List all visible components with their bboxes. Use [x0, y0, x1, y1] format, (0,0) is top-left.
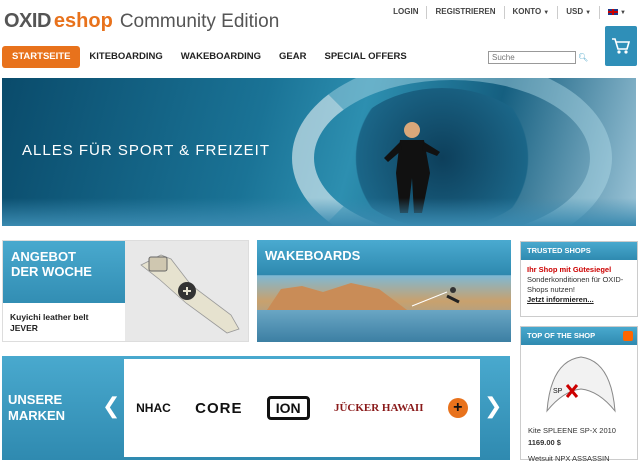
brands-label-line1: UNSERE [8, 392, 63, 407]
svg-text:SP: SP [553, 388, 563, 395]
trusted-shops-body: Ihr Shop mit Gütesiegel Sonderkonditione… [521, 260, 637, 310]
nav-gear[interactable]: GEAR [270, 46, 315, 68]
hero-banner[interactable]: ALLES FÜR SPORT & FREIZEIT [2, 78, 636, 226]
cart-icon [612, 38, 631, 54]
brands-label-line2: MARKEN [8, 408, 66, 423]
top-nav: LOGIN REGISTRIEREN KONTO ▼ USD ▼ ▼ [385, 6, 634, 19]
nav-kiteboarding[interactable]: KITEBOARDING [80, 46, 171, 68]
brands-strip: NHAC CORE ION JÜCKER HAWAII + [124, 359, 480, 457]
offer-label-line1: ANGEBOT [11, 249, 76, 264]
offer-label-line2: DER WOCHE [11, 264, 92, 279]
trusted-shops-title: Ihr Shop mit Gütesiegel [527, 265, 612, 274]
offer-of-the-week[interactable]: ANGEBOT DER WOCHE Kuyichi leather belt J… [2, 240, 249, 342]
language-menu[interactable]: ▼ [599, 6, 634, 19]
nav-startseite[interactable]: STARTSEITE [2, 46, 81, 68]
top-shop-next-product[interactable]: Wetsuit NPX ASSASSIN [528, 454, 610, 463]
register-link[interactable]: REGISTRIEREN [426, 6, 503, 19]
chevron-down-icon: ▼ [620, 10, 626, 16]
brand-logo-core[interactable]: CORE [195, 400, 242, 417]
search-icon[interactable]: 🔍︎ [578, 53, 588, 63]
trusted-shops-header: TRUSTED SHOPS [521, 242, 637, 260]
main-nav: STARTSEITE KITEBOARDING WAKEBOARDING GEA… [2, 46, 416, 68]
trusted-shops-box: TRUSTED SHOPS Ihr Shop mit Gütesiegel So… [520, 241, 638, 317]
account-menu[interactable]: KONTO ▼ [503, 6, 558, 19]
carousel-next-arrow-icon[interactable]: ❯ [484, 394, 502, 419]
wakeboarder-image [411, 287, 460, 307]
offer-product-brand: JEVER [10, 323, 38, 333]
sea-image [2, 198, 636, 226]
logo-eshop: eshop [53, 10, 113, 32]
wakeboards-label: WAKEBOARDS [257, 240, 511, 274]
trusted-shops-text: Sonderkonditionen für OXID-Shops nutzen! [527, 275, 624, 294]
rss-icon[interactable] [623, 331, 633, 341]
nav-special-offers[interactable]: SPECIAL OFFERS [315, 46, 415, 68]
top-of-the-shop-box: TOP OF THE SHOP SP Kite SPLEENE SP-X 201… [520, 326, 638, 463]
offer-product-caption[interactable]: Kuyichi leather belt JEVER [3, 303, 125, 341]
uk-flag-icon [608, 8, 619, 15]
logo-edition: Community Edition [119, 11, 280, 32]
currency-label: USD [566, 7, 584, 16]
belt-image [140, 254, 240, 334]
brands-carousel: UNSERE MARKEN NHAC CORE ION JÜCKER HAWAI… [2, 356, 510, 460]
logo-oxid: OXID [4, 10, 51, 32]
brand-logo-ion[interactable]: ION [266, 396, 310, 420]
chevron-down-icon: ▼ [585, 10, 592, 16]
brand-logo-juecker-hawaii[interactable]: JÜCKER HAWAII [334, 402, 424, 414]
trusted-shops-link[interactable]: Jetzt informieren... [527, 295, 631, 305]
top-shop-header: TOP OF THE SHOP [521, 327, 637, 345]
search-input[interactable] [488, 51, 576, 64]
nav-wakeboarding[interactable]: WAKEBOARDING [172, 46, 270, 68]
top-shop-product-name[interactable]: Kite SPLEENE SP-X 2010 [528, 426, 616, 435]
brand-logo-nhac[interactable]: NHAC [136, 401, 171, 415]
offer-product-name: Kuyichi leather belt [10, 312, 89, 322]
brand-logo-plus[interactable]: + [447, 398, 468, 418]
basket-button[interactable] [605, 26, 637, 66]
shop-logo[interactable]: OXID eshop Community Edition [4, 10, 279, 36]
water-image [257, 310, 511, 342]
kite-product-image[interactable]: SP [541, 351, 619, 421]
account-label: KONTO [512, 7, 542, 16]
chevron-down-icon: ▼ [543, 10, 550, 16]
top-shop-product-price: 1169.00 $ [528, 438, 561, 447]
hero-tagline: ALLES FÜR SPORT & FREIZEIT [22, 142, 270, 159]
login-link[interactable]: LOGIN [385, 6, 426, 19]
wakeboards-teaser[interactable]: WAKEBOARDS [257, 240, 511, 342]
carousel-prev-arrow-icon[interactable]: ❮ [102, 394, 120, 419]
rock-image [267, 283, 407, 310]
top-shop-title: TOP OF THE SHOP [527, 331, 596, 340]
currency-menu[interactable]: USD ▼ [557, 6, 599, 19]
brands-label: UNSERE MARKEN [8, 392, 65, 424]
